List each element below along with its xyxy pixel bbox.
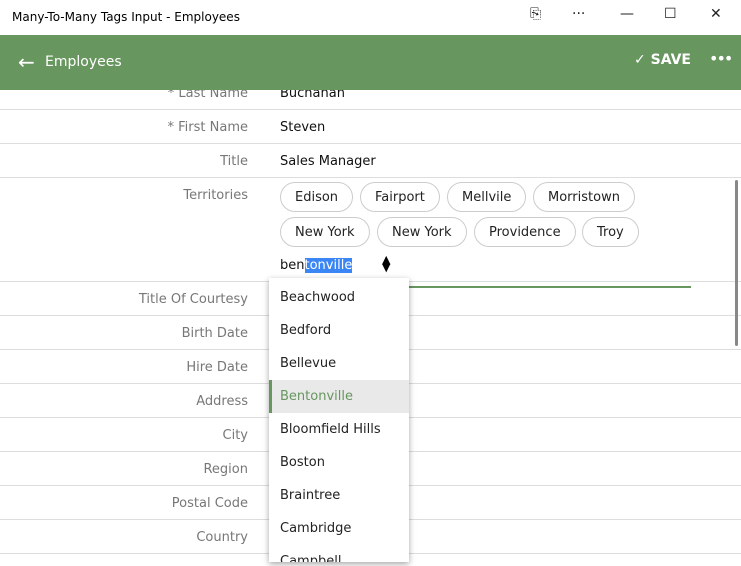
- title-bar: Many-To-Many Tags Input - Employees ⎘ ··…: [0, 0, 741, 35]
- dropdown-option[interactable]: Bellevue: [269, 347, 409, 380]
- last-name-input[interactable]: Buchanan: [280, 90, 345, 101]
- label: Birth Date: [181, 326, 248, 341]
- tag[interactable]: Fairport: [360, 182, 440, 212]
- tag[interactable]: Edison: [280, 182, 354, 212]
- dropdown-option[interactable]: Boston: [269, 446, 409, 479]
- label: Territories: [183, 188, 248, 203]
- app-header: ← Employees ✓ SAVE •••: [0, 35, 741, 90]
- label: City: [222, 428, 248, 443]
- close-button[interactable]: ✕: [710, 6, 722, 22]
- search-window-icon[interactable]: ⎘: [530, 6, 541, 22]
- title-input[interactable]: Sales Manager: [280, 154, 376, 169]
- territory-input[interactable]: bentonville: [280, 258, 353, 273]
- dropdown-option[interactable]: Beachwood: [269, 281, 409, 314]
- minimize-button[interactable]: —: [620, 6, 634, 22]
- row-territories: Territories Edison Fairport Mellvile Mor…: [0, 178, 741, 282]
- tag[interactable]: New York: [280, 217, 370, 247]
- save-label: SAVE: [650, 52, 691, 68]
- dropdown-option[interactable]: Bloomfield Hills: [269, 413, 409, 446]
- autocomplete-selection: tonville: [304, 258, 353, 273]
- save-button[interactable]: ✓ SAVE: [634, 52, 691, 68]
- first-name-input[interactable]: Steven: [280, 120, 325, 135]
- label: Country: [196, 530, 248, 545]
- back-label[interactable]: Employees: [45, 54, 122, 70]
- label: Region: [203, 462, 248, 477]
- tag[interactable]: Morristown: [533, 182, 635, 212]
- label: Hire Date: [186, 360, 248, 375]
- window-title: Many-To-Many Tags Input - Employees: [12, 10, 240, 24]
- scrollbar[interactable]: [735, 180, 738, 346]
- dropdown-option[interactable]: Cambridge: [269, 512, 409, 545]
- sort-arrows-icon[interactable]: ▲ ▼: [382, 254, 390, 273]
- maximize-button[interactable]: ☐: [664, 6, 677, 22]
- label: Title Of Courtesy: [138, 292, 248, 307]
- tag[interactable]: Mellvile: [447, 182, 527, 212]
- row-first-name: * First Name Steven: [0, 110, 741, 144]
- row-last-name: * Last Name Buchanan: [0, 90, 741, 110]
- label: Title: [220, 154, 248, 169]
- more-options-icon[interactable]: •••: [709, 49, 733, 68]
- label: * Last Name: [167, 90, 248, 101]
- dropdown-option[interactable]: Bedford: [269, 314, 409, 347]
- typed-text: ben: [280, 258, 305, 273]
- tag[interactable]: Providence: [474, 217, 576, 247]
- tag[interactable]: New York: [377, 217, 467, 247]
- dropdown-option[interactable]: Braintree: [269, 479, 409, 512]
- label: Postal Code: [171, 496, 248, 511]
- more-icon[interactable]: ···: [572, 6, 585, 22]
- row-title: Title Sales Manager: [0, 144, 741, 178]
- check-icon: ✓: [634, 52, 646, 68]
- label: Address: [196, 394, 248, 409]
- autocomplete-dropdown: Beachwood Bedford Bellevue Bentonville B…: [269, 278, 409, 562]
- tag[interactable]: Troy: [582, 217, 639, 247]
- label: * First Name: [167, 120, 248, 135]
- dropdown-option[interactable]: Campbell: [269, 545, 409, 562]
- dropdown-option-highlighted[interactable]: Bentonville: [269, 380, 409, 413]
- back-arrow-icon[interactable]: ←: [18, 50, 35, 74]
